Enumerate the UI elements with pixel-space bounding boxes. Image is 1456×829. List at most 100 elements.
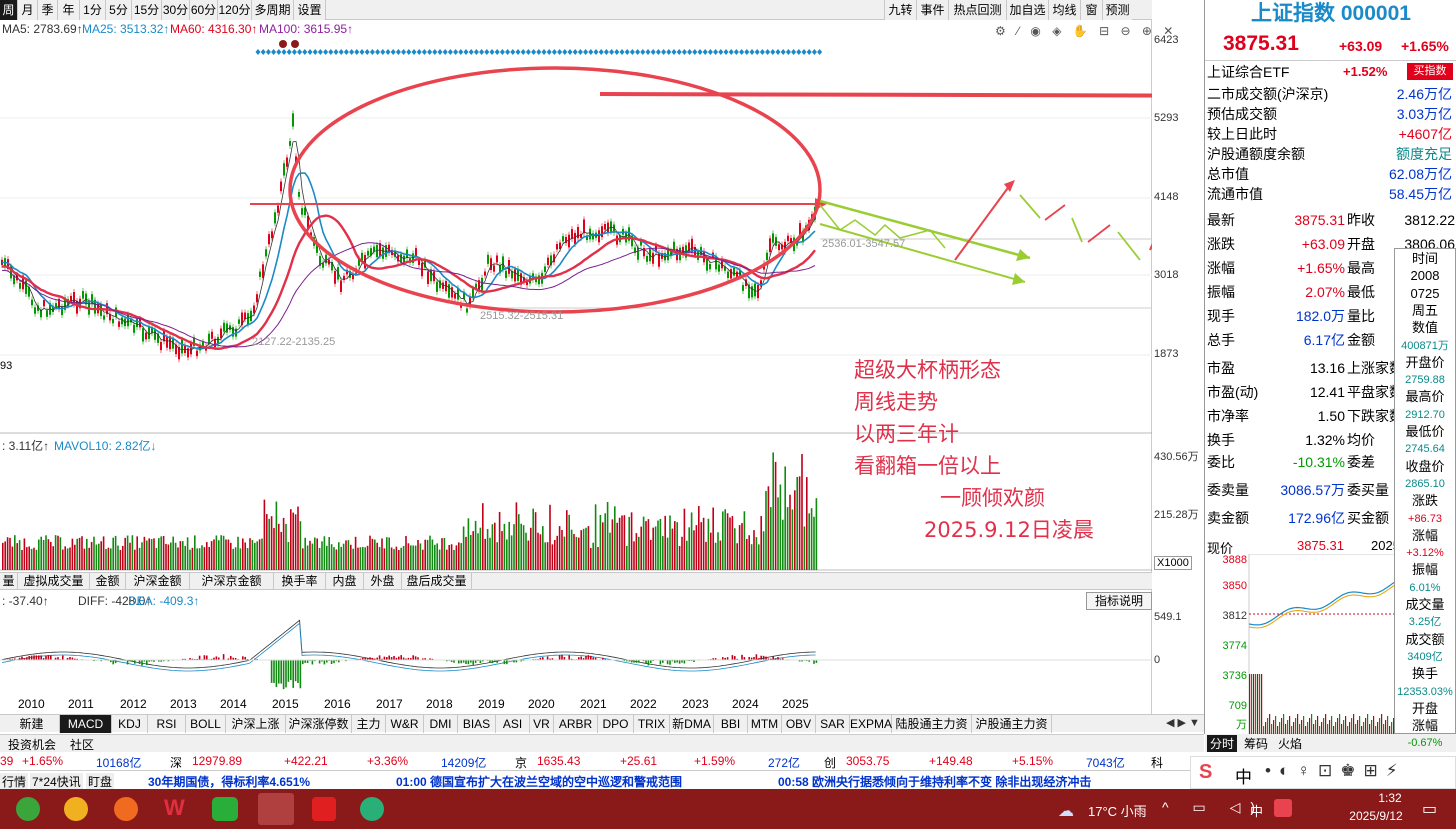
quote-value: 3812.22 [1404,212,1455,228]
stock-app-icon[interactable] [258,793,294,825]
etf-label[interactable]: 上证综合ETF [1207,62,1289,82]
period-tab[interactable]: 周 [0,0,18,20]
order-label: 委买量 [1347,482,1389,498]
volume-tab[interactable]: 换手率 [274,573,326,590]
right-tab[interactable]: 筹码 [1241,735,1271,752]
tool-button[interactable]: 加自选 [1006,0,1048,20]
indicator-tab[interactable]: MTM [748,715,782,733]
quote-label: 现手 [1207,308,1235,324]
tab-investment[interactable]: 投资机会 [8,736,56,753]
indicator-tab[interactable]: RSI [148,715,186,733]
volume-tab[interactable]: 虚拟成交量 [18,573,90,590]
right-tab[interactable]: 分时 [1207,735,1238,752]
ime-mode[interactable]: 中 [1235,763,1252,788]
indicator-tab[interactable]: SAR [816,715,850,733]
wechat-icon[interactable] [212,797,238,821]
volume-tab[interactable]: 金额 [90,573,126,590]
news-item[interactable]: 30年期国债，得标利率4.651% [148,773,310,790]
period-tab[interactable]: 1分 [80,0,106,20]
period-tab[interactable]: 60分 [190,0,218,20]
tray-sogou-icon[interactable] [1274,799,1292,817]
vol-y-label: 215.28万 [1154,509,1199,521]
indicator-tab[interactable]: DPO [598,715,634,733]
volume-tab[interactable]: 外盘 [364,573,402,590]
news-item[interactable]: 00:58 欧洲央行据悉倾向于维持利率不变 除非出现经济冲击 [778,773,1091,790]
ime-toolbar[interactable]: S 中 •◐♀⊡♚⊞⚡ [1190,756,1456,789]
period-tab[interactable]: 5分 [106,0,132,20]
sogou-icon[interactable]: S [1199,761,1212,784]
tooltip-item: 最低价 [1405,424,1445,439]
tool-button[interactable]: 热点回测 [948,0,1006,20]
period-tab[interactable]: 120分 [218,0,252,20]
now-value: 3875.31 [1297,538,1344,553]
index-title: 上证指数 000001 [1251,2,1411,25]
period-tab[interactable]: 年 [58,0,80,20]
ime-tool-icons[interactable]: •◐♀⊡♚⊞⚡ [1265,761,1406,781]
indicator-tab[interactable]: 陆股通主力资金 [892,715,972,749]
indicator-tab[interactable]: TRIX [634,715,670,733]
volume-tab[interactable]: 内盘 [326,573,364,590]
news-bar: 行情 7*24快讯 盯盘 30年期国债，得标利率4.651% 01:00 德国宣布扩大在… [0,770,1204,790]
indicator-tab[interactable]: ARBR [554,715,598,733]
news-tab[interactable]: 行情 [0,773,29,790]
app-icon-red[interactable] [312,797,336,821]
clock-date[interactable]: 2025/9/12 [1336,809,1416,823]
app-icon-360[interactable] [16,797,40,821]
indicator-tab[interactable]: BIAS [458,715,496,733]
indicator-tab[interactable]: ASI [496,715,530,733]
tooltip-item: 2759.88 [1405,374,1445,387]
market-ticker: 39 +1.65% 10168亿 深 12979.89 +422.21 +3.36% 1420… [0,752,1204,770]
indicator-tab[interactable]: DMI [424,715,458,733]
indicator-tab[interactable]: BOLL [186,715,226,733]
indicator-tab[interactable]: 新DMA [670,715,714,733]
indicator-tab[interactable]: 沪股通主力资金 [972,715,1052,749]
indicator-tab[interactable]: 主力 [352,715,386,733]
notification-icon[interactable]: ▭ [1422,799,1437,819]
app-icon-browser[interactable] [64,797,88,821]
indicator-tab[interactable]: 新建 [4,715,60,733]
indicator-tab[interactable]: 沪深上涨数 [226,715,286,749]
order-label: 委比 [1207,454,1235,470]
tool-button[interactable]: 事件 [916,0,948,20]
tab-scroll-icons[interactable]: ◀ ▶ ▼ [1166,716,1200,729]
indicator-tab[interactable]: OBV [782,715,816,733]
tray-ime[interactable]: 中 [1250,801,1263,820]
period-tab[interactable]: 多周期 [252,0,294,20]
period-tab[interactable]: 设置 [294,0,326,20]
period-tab[interactable]: 月 [18,0,38,20]
tool-button[interactable]: 窗 [1080,0,1102,20]
tool-button[interactable]: 均线 [1048,0,1080,20]
news-tab[interactable]: 7*24快讯 [30,773,83,790]
buy-index-button[interactable]: 买指数 [1407,63,1453,80]
indicator-tab[interactable]: BBI [714,715,748,733]
tool-button[interactable]: 九转 [884,0,916,20]
indicator-tab[interactable]: W&R [386,715,424,733]
app-icon-green[interactable] [360,797,384,821]
volume-tab[interactable]: 沪深京金额 [190,573,274,590]
year-label: 2018 [426,697,453,711]
clock-time[interactable]: 1:32 [1360,791,1420,805]
indicator-tab[interactable]: KDJ [112,715,148,733]
indicator-tab[interactable]: MACD [60,715,112,733]
tab-community[interactable]: 社区 [70,736,94,753]
news-item[interactable]: 01:00 德国宣布扩大在波兰空域的空中巡逻和警戒范围 [396,773,682,790]
volume-bars [2,452,818,570]
period-tab[interactable]: 季 [38,0,58,20]
indicator-help-button[interactable]: 指标说明 [1086,592,1152,610]
volume-tab[interactable]: 量 [0,573,18,590]
volume-tab[interactable]: 盘后成交量 [402,573,472,590]
wps-icon[interactable]: W [164,795,185,821]
period-tab[interactable]: 15分 [132,0,162,20]
period-tab[interactable]: 30分 [162,0,190,20]
ticker-item: +1.59% [694,754,736,768]
indicator-tab[interactable]: 沪深涨停数 [286,715,352,733]
indicator-tab[interactable]: VR [530,715,554,733]
weather-text[interactable]: 17°C 小雨 [1088,801,1147,820]
news-tab[interactable]: 盯盘 [86,773,115,790]
volume-tab[interactable]: 沪深金额 [126,573,190,590]
ticker-item: 14209亿 [441,756,487,770]
app-icon-media[interactable] [114,797,138,821]
tool-button[interactable]: 预测 [1102,0,1132,20]
right-tab[interactable]: 火焰 [1275,735,1305,752]
indicator-tab[interactable]: EXPMA [850,715,892,733]
